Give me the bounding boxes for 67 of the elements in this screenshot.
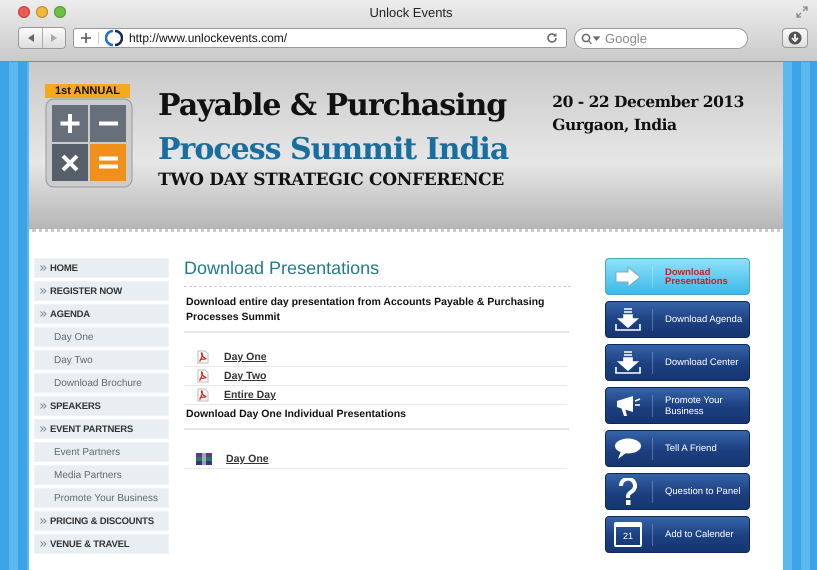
- chevron-icon: [40, 265, 47, 271]
- chevron-icon: [40, 288, 47, 294]
- download-link[interactable]: Day One: [224, 351, 267, 363]
- action-button[interactable]: Question to Panel: [605, 473, 750, 510]
- banner-title: Payable & Purchasing: [158, 87, 508, 125]
- action-button[interactable]: Tell A Friend: [605, 430, 750, 467]
- event-location: Gurgaon, India: [552, 114, 678, 136]
- action-button[interactable]: 21 Add to Calender: [605, 516, 750, 553]
- sidebar-item[interactable]: Day Two: [34, 350, 169, 370]
- arrow-icon: [614, 266, 642, 288]
- section-title: Download entire day presentation from Accounts Payable & Purchasing Processes Summit: [184, 295, 569, 333]
- chevron-icon: [40, 541, 47, 547]
- search-field[interactable]: Google: [574, 28, 748, 48]
- reload-icon[interactable]: [546, 32, 558, 44]
- pdf-file-icon: [196, 369, 210, 383]
- sidebar-item[interactable]: Promote Your Business: [34, 488, 169, 508]
- fullscreen-icon[interactable]: [796, 6, 808, 18]
- site-logo-icon: [105, 29, 123, 47]
- section-title: Download Day One Individual Presentations: [184, 407, 569, 430]
- sidebar-item[interactable]: Day One: [34, 327, 169, 347]
- calculator-icon: [45, 98, 133, 188]
- download-link[interactable]: Day One: [226, 453, 269, 465]
- close-button[interactable]: [18, 6, 30, 18]
- sidebar-item[interactable]: Download Brochure: [34, 373, 169, 393]
- add-icon[interactable]: [80, 32, 99, 44]
- sidebar-item[interactable]: AGENDA: [34, 304, 169, 324]
- action-button[interactable]: Promote Your Business: [605, 387, 750, 424]
- chevron-icon: [40, 403, 47, 409]
- chevron-icon: [40, 311, 47, 317]
- archive-file-icon: [196, 453, 212, 465]
- megaphone-icon: [614, 394, 642, 416]
- sidebar-item[interactable]: PRICING & DISCOUNTS: [34, 511, 169, 531]
- back-arrow-icon: [26, 33, 36, 43]
- download-icon: [614, 308, 642, 332]
- pdf-file-icon: [196, 388, 210, 402]
- action-button[interactable]: Download Center: [605, 344, 750, 381]
- pdf-file-icon: [196, 350, 210, 364]
- zoom-button[interactable]: [54, 6, 66, 18]
- chevron-icon: [40, 426, 47, 432]
- sidebar-item[interactable]: Media Partners: [34, 465, 169, 485]
- sidebar-item[interactable]: VENUE & TRAVEL: [34, 534, 169, 554]
- address-bar[interactable]: http://www.unlockevents.com/: [73, 28, 567, 48]
- page-heading: Download Presentations: [184, 258, 571, 287]
- sidebar-item[interactable]: SPEAKERS: [34, 396, 169, 416]
- download-arrow-icon: [788, 31, 802, 45]
- action-button[interactable]: Download Agenda: [605, 301, 750, 338]
- chevron-icon: [40, 518, 47, 524]
- search-icon: [581, 32, 601, 44]
- download-icon: [614, 350, 642, 374]
- sidebar-item[interactable]: REGISTER NOW: [34, 281, 169, 301]
- event-dates: 20 - 22 December 2013: [552, 91, 744, 113]
- download-link[interactable]: Day Two: [224, 370, 266, 382]
- sidebar-item[interactable]: Event Partners: [34, 442, 169, 462]
- forward-arrow-icon: [49, 33, 59, 43]
- calendar-icon: 21: [614, 522, 642, 547]
- download-link[interactable]: Entire Day: [224, 389, 276, 401]
- banner-subtitle: TWO DAY STRATEGIC CONFERENCE: [158, 170, 506, 190]
- back-button[interactable]: [19, 28, 42, 48]
- downloads-button[interactable]: [782, 28, 808, 48]
- annual-badge: 1st ANNUAL: [45, 84, 130, 98]
- speech-bubble-icon: [614, 438, 642, 460]
- window-title: Unlock Events: [369, 4, 453, 20]
- banner-title: Process Summit India: [158, 131, 508, 169]
- sidebar-item[interactable]: EVENT PARTNERS: [34, 419, 169, 439]
- minimize-button[interactable]: [36, 6, 48, 18]
- sidebar-item[interactable]: HOME: [34, 258, 169, 278]
- url-text: http://www.unlockevents.com/: [129, 31, 288, 45]
